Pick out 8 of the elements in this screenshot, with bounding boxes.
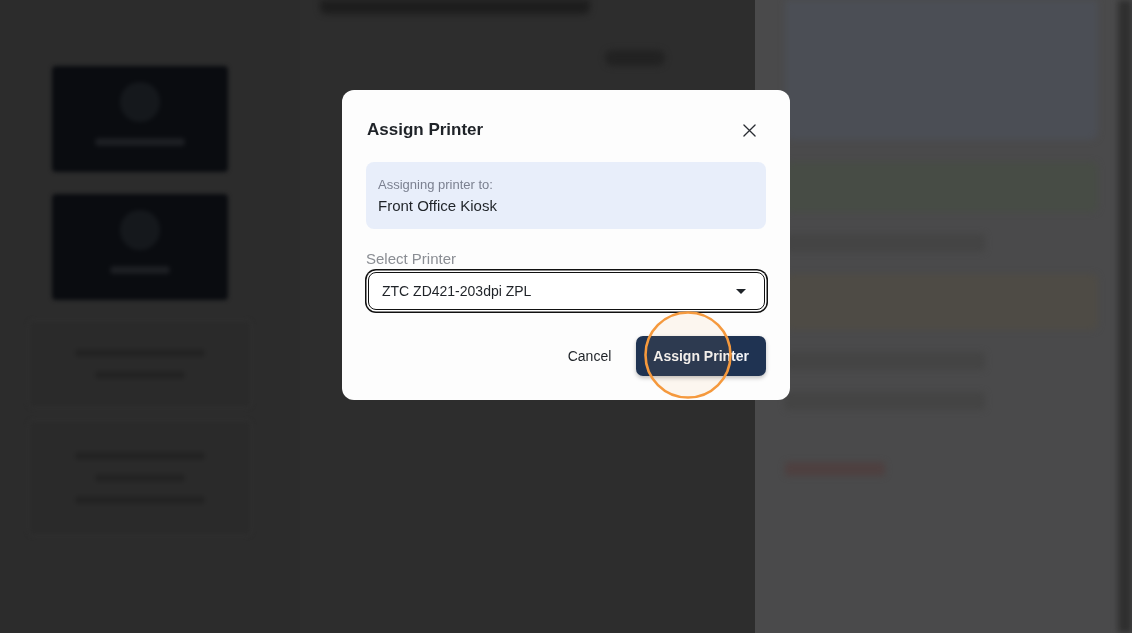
caret-icon <box>736 288 746 294</box>
dialog-title: Assign Printer <box>366 120 484 140</box>
close-icon <box>743 123 756 137</box>
target-name: Front Office Kiosk <box>378 197 498 214</box>
info-label: Assigning printer to: <box>378 177 494 192</box>
printer-select[interactable]: ZTC ZD421-203dpi ZPL <box>368 272 765 310</box>
cancel-button[interactable]: Cancel <box>551 336 628 376</box>
field-label: Select Printer <box>366 250 457 267</box>
